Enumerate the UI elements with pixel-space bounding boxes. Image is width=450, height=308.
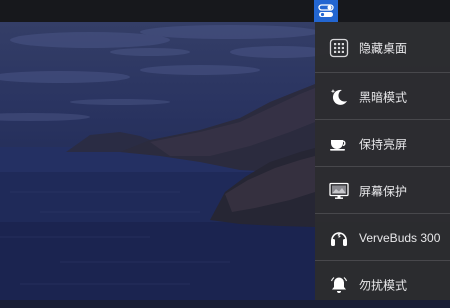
coffee-cup-icon [328, 133, 350, 155]
menu-item-label: 屏幕保护 [359, 184, 408, 198]
menu-bar [0, 0, 450, 22]
quick-settings-menu: 隐藏桌面 黑暗模式 保持亮屏 屏幕保护 VerveBuds 300 勿扰模式 [315, 22, 450, 300]
menu-item-hide-desktop[interactable]: 隐藏桌面 [315, 24, 450, 71]
menu-item-label: 保持亮屏 [359, 137, 408, 151]
toggle-switches-icon[interactable] [314, 0, 338, 22]
bell-icon [328, 274, 350, 296]
headphones-icon [328, 227, 350, 249]
grid-icon [328, 37, 350, 59]
menu-item-label: VerveBuds 300 [359, 230, 441, 245]
menu-item-screensaver[interactable]: 屏幕保护 [315, 167, 450, 214]
menu-item-label: 勿扰模式 [359, 278, 408, 292]
menu-item-label: 隐藏桌面 [359, 41, 408, 55]
menu-item-vervebuds[interactable]: VerveBuds 300 [315, 214, 450, 261]
menu-item-do-not-disturb[interactable]: 勿扰模式 [315, 261, 450, 308]
menu-item-keep-awake[interactable]: 保持亮屏 [315, 120, 450, 167]
moon-icon [328, 86, 350, 108]
menu-item-dark-mode[interactable]: 黑暗模式 [315, 73, 450, 120]
menu-item-label: 黑暗模式 [359, 90, 408, 104]
monitor-icon [328, 180, 350, 202]
